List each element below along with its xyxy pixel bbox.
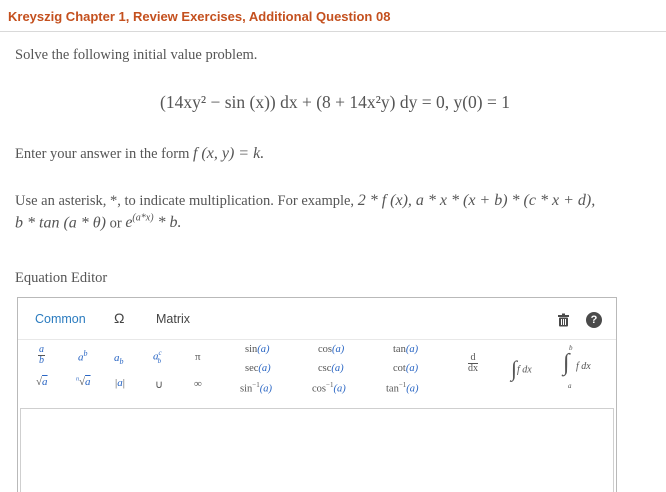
absolute-value-button[interactable]: |a| — [115, 377, 125, 389]
asterisk-instruction-line1: Use an asterisk, *, to indicate multipli… — [15, 192, 595, 210]
fraction-button[interactable]: ab — [38, 345, 45, 368]
exp-sup: (a*x) — [132, 213, 154, 224]
power-button[interactable]: ab — [78, 349, 88, 364]
tab-symbols[interactable]: Ω — [114, 310, 124, 326]
sub-superscript-button[interactable]: acb — [153, 349, 162, 365]
definite-integral-button[interactable]: b ∫ f dx a — [563, 344, 613, 390]
asterisk-example-exp: e(a*x) * b. — [125, 213, 182, 232]
pi-button[interactable]: π — [195, 351, 201, 363]
arcsin-button[interactable]: sin−1(a) — [240, 381, 272, 395]
tab-matrix[interactable]: Matrix — [156, 312, 190, 326]
asterisk-or: or — [109, 215, 122, 232]
tab-common[interactable]: Common — [35, 312, 86, 326]
answer-input[interactable] — [20, 408, 614, 492]
form-prefix: Enter your answer in the form — [15, 146, 190, 162]
cos-button[interactable]: cos(a) — [318, 344, 344, 355]
editor-tab-bar: Common Ω Matrix ? — [18, 298, 616, 340]
trash-icon[interactable] — [557, 313, 570, 327]
cot-button[interactable]: cot(a) — [393, 363, 418, 374]
sin-button[interactable]: sin(a) — [245, 344, 270, 355]
problem-intro: Solve the following initial value proble… — [15, 47, 258, 63]
question-title: Kreyszig Chapter 1, Review Exercises, Ad… — [8, 9, 391, 24]
asterisk-example-tan: b * tan (a * θ) — [15, 214, 106, 232]
union-button[interactable]: ∪ — [155, 378, 163, 391]
arctan-button[interactable]: tan−1(a) — [386, 381, 419, 395]
asterisk-examples-1: 2 * f (x), a * x * (x + b) * (c * x + d)… — [357, 192, 596, 209]
arccos-button[interactable]: cos−1(a) — [312, 381, 346, 395]
csc-button[interactable]: csc(a) — [318, 363, 344, 374]
integral-button[interactable]: ∫f dx — [511, 356, 532, 382]
sec-button[interactable]: sec(a) — [245, 363, 271, 374]
answer-form-instruction: Enter your answer in the form f (x, y) =… — [15, 145, 264, 163]
asterisk-prefix: Use an asterisk, *, to indicate multipli… — [15, 193, 355, 209]
title-divider — [0, 31, 666, 32]
asterisk-instruction-line2: b * tan (a * θ) or e(a*x) * b. — [15, 213, 182, 232]
help-icon[interactable]: ? — [586, 312, 602, 328]
equation-editor-heading: Equation Editor — [15, 270, 108, 286]
derivative-button[interactable]: d dx — [468, 353, 478, 376]
tan-button[interactable]: tan(a) — [393, 344, 418, 355]
sqrt-button[interactable]: √a — [36, 376, 48, 388]
nth-root-button[interactable]: n√a — [76, 376, 91, 388]
exp-tail: * b. — [157, 214, 182, 232]
equation-editor: Common Ω Matrix ? ab ab ab acb π √a n√a … — [17, 297, 617, 492]
subscript-button[interactable]: ab — [114, 352, 124, 366]
infinity-button[interactable]: ∞ — [194, 378, 202, 390]
problem-equation: (14xy² − sin (x)) dx + (8 + 14x²y) dy = … — [160, 92, 511, 112]
form-math: f (x, y) = k. — [192, 145, 265, 162]
